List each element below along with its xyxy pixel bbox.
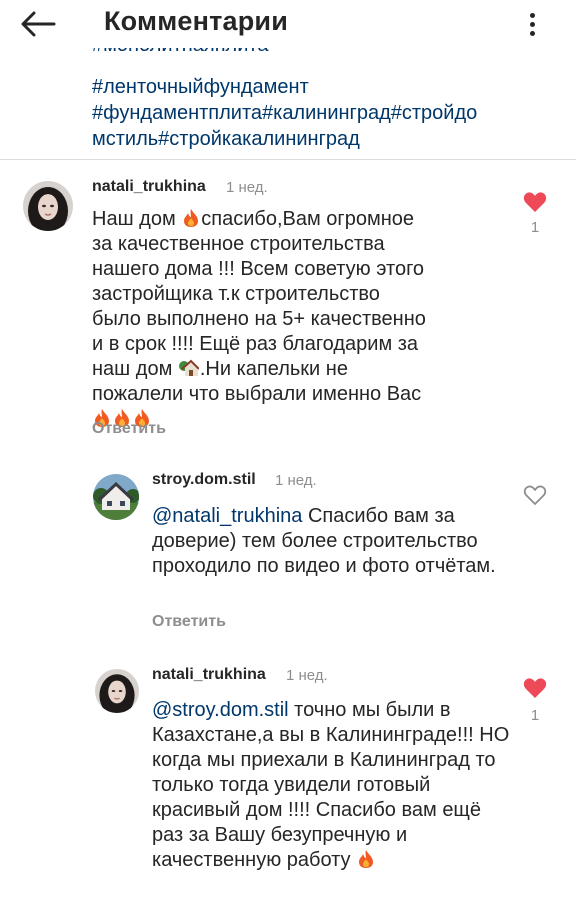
comment-text-part: точно мы были в Казахстане,а вы в Калини… [152, 699, 510, 871]
top-bar: Комментарии [0, 0, 576, 48]
heart-outline-icon[interactable] [523, 484, 547, 506]
mention-link[interactable]: @natali_trukhina [152, 505, 302, 527]
page-title: Комментарии [104, 6, 289, 36]
user-avatar-image [23, 181, 73, 231]
more-vertical-icon [529, 12, 535, 18]
fire-emoji-icon [184, 209, 199, 227]
fire-emoji-icon [359, 850, 374, 868]
house-emoji-icon [178, 359, 199, 376]
reply-button[interactable]: Ответить [152, 613, 226, 631]
comment-username[interactable]: stroy.dom.stil [152, 471, 256, 489]
comment-text: @natali_trukhina Спасибо вам за доверие)… [152, 504, 514, 579]
comment-username[interactable]: natali_trukhina [152, 666, 266, 684]
like-count: 1 [530, 707, 540, 724]
avatar[interactable] [93, 474, 139, 520]
divider [0, 159, 576, 160]
comment-text: @stroy.dom.stil точно мы были в Казахста… [152, 698, 516, 873]
comment-time: 1 нед. [275, 472, 317, 489]
mention-link[interactable]: @stroy.dom.stil [152, 699, 289, 721]
avatar[interactable] [23, 181, 73, 231]
hashtag-line[interactable]: #фундаментплита#калининград#стройдо [92, 100, 477, 126]
comment-text-part: спасибо,Вам огромное за качественное стр… [92, 208, 426, 380]
heart-filled-icon[interactable] [523, 677, 547, 699]
house-avatar-image [93, 474, 139, 520]
comment-time: 1 нед. [226, 179, 268, 196]
comment-text: Наш дом спасибо,Вам огромное за качестве… [92, 207, 428, 432]
heart-filled-icon[interactable] [523, 191, 547, 213]
user-avatar-image [95, 669, 139, 713]
back-button[interactable] [20, 6, 60, 42]
hashtag-line[interactable]: #ленточныйфундамент [92, 74, 309, 100]
like-count: 1 [530, 219, 540, 236]
hashtag-line[interactable]: мстиль#стройкакалининград [92, 126, 360, 152]
comment-text-part: Наш дом [92, 208, 182, 230]
arrow-left-icon [21, 11, 56, 37]
comment-username[interactable]: natali_trukhina [92, 178, 206, 196]
more-vertical-icon-dot [529, 21, 535, 27]
reply-button[interactable]: Ответить [92, 420, 166, 438]
avatar[interactable] [95, 669, 139, 713]
more-vertical-icon-dot [529, 30, 535, 36]
comment-time: 1 нед. [286, 667, 328, 684]
more-options-button[interactable] [520, 8, 544, 40]
